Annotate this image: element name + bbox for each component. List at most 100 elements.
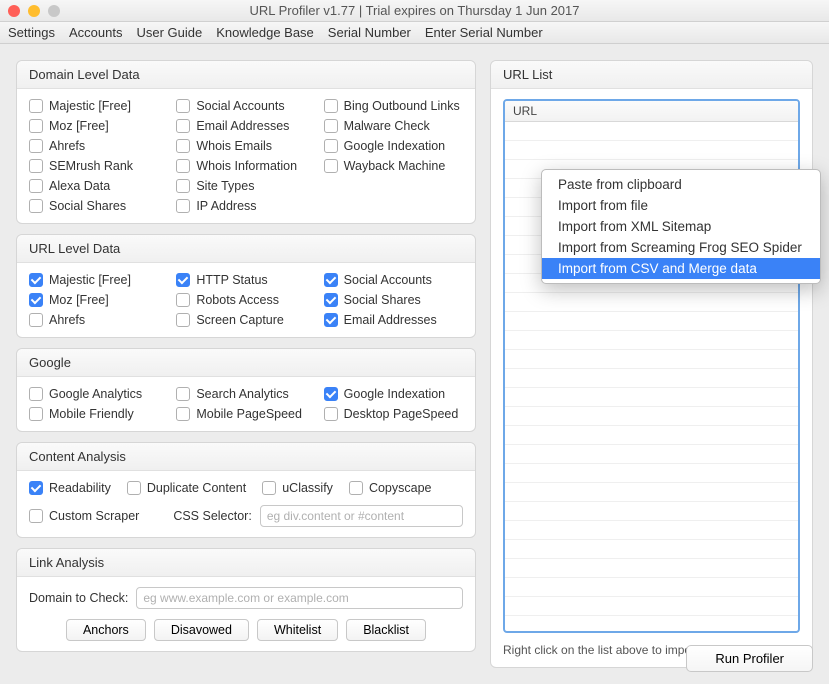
checkbox-google-indexation[interactable]: Google Indexation xyxy=(324,387,463,401)
table-row[interactable] xyxy=(505,521,798,540)
checkbox-google-analytics[interactable]: Google Analytics xyxy=(29,387,168,401)
checkbox-label: Wayback Machine xyxy=(344,159,446,173)
run-profiler-button[interactable]: Run Profiler xyxy=(686,645,813,672)
menu-accounts[interactable]: Accounts xyxy=(69,25,122,40)
panel-header: URL Level Data xyxy=(17,235,475,263)
checkbox-ahrefs[interactable]: Ahrefs xyxy=(29,313,168,327)
table-row[interactable] xyxy=(505,426,798,445)
checkbox-whois-emails[interactable]: Whois Emails xyxy=(176,139,315,153)
table-row[interactable] xyxy=(505,445,798,464)
table-row[interactable] xyxy=(505,369,798,388)
table-row[interactable] xyxy=(505,483,798,502)
panel-header: Content Analysis xyxy=(17,443,475,471)
minimize-icon[interactable] xyxy=(28,5,40,17)
table-row[interactable] xyxy=(505,293,798,312)
css-selector-input[interactable] xyxy=(260,505,463,527)
maximize-icon[interactable] xyxy=(48,5,60,17)
table-row[interactable] xyxy=(505,141,798,160)
checkbox-icon xyxy=(349,481,363,495)
close-icon[interactable] xyxy=(8,5,20,17)
menu-knowledge-base[interactable]: Knowledge Base xyxy=(216,25,314,40)
checkbox-whois-information[interactable]: Whois Information xyxy=(176,159,315,173)
table-row[interactable] xyxy=(505,388,798,407)
disavowed-button[interactable]: Disavowed xyxy=(154,619,249,641)
anchors-button[interactable]: Anchors xyxy=(66,619,146,641)
checkbox-ip-address[interactable]: IP Address xyxy=(176,199,315,213)
checkbox-label: Robots Access xyxy=(196,293,279,307)
whitelist-button[interactable]: Whitelist xyxy=(257,619,338,641)
checkbox-malware-check[interactable]: Malware Check xyxy=(324,119,463,133)
table-row[interactable] xyxy=(505,331,798,350)
checkbox-majestic-free-[interactable]: Majestic [Free] xyxy=(29,99,168,113)
context-item-import-from-csv-and-merge-data[interactable]: Import from CSV and Merge data xyxy=(542,258,820,279)
checkbox-social-shares[interactable]: Social Shares xyxy=(29,199,168,213)
table-row[interactable] xyxy=(505,597,798,616)
table-row[interactable] xyxy=(505,407,798,426)
checkbox-desktop-pagespeed[interactable]: Desktop PageSpeed xyxy=(324,407,463,421)
checkbox-mobile-friendly[interactable]: Mobile Friendly xyxy=(29,407,168,421)
checkbox-label: Readability xyxy=(49,481,111,495)
checkbox-search-analytics[interactable]: Search Analytics xyxy=(176,387,315,401)
panel-header: Domain Level Data xyxy=(17,61,475,89)
table-row[interactable] xyxy=(505,559,798,578)
table-row[interactable] xyxy=(505,540,798,559)
checkbox-icon xyxy=(324,119,338,133)
titlebar: URL Profiler v1.77 | Trial expires on Th… xyxy=(0,0,829,22)
checkbox-icon xyxy=(29,293,43,307)
checkbox-social-accounts[interactable]: Social Accounts xyxy=(176,99,315,113)
checkbox-label: Social Accounts xyxy=(344,273,432,287)
checkbox-copyscape[interactable]: Copyscape xyxy=(349,481,432,495)
checkbox-uclassify[interactable]: uClassify xyxy=(262,481,333,495)
checkbox-custom-scraper[interactable]: Custom Scraper xyxy=(29,509,139,523)
context-item-import-from-xml-sitemap[interactable]: Import from XML Sitemap xyxy=(542,216,820,237)
checkbox-screen-capture[interactable]: Screen Capture xyxy=(176,313,315,327)
checkbox-google-indexation[interactable]: Google Indexation xyxy=(324,139,463,153)
checkbox-moz-free-[interactable]: Moz [Free] xyxy=(29,293,168,307)
url-column-header[interactable]: URL xyxy=(505,101,798,122)
table-row[interactable] xyxy=(505,578,798,597)
table-row[interactable] xyxy=(505,312,798,331)
checkbox-icon xyxy=(29,159,43,173)
checkbox-label: Site Types xyxy=(196,179,254,193)
panel-url-list: URL List URL Paste from clipboardImport … xyxy=(490,60,813,668)
css-selector-label: CSS Selector: xyxy=(173,509,252,523)
menu-enter-serial-number[interactable]: Enter Serial Number xyxy=(425,25,543,40)
checkbox-readability[interactable]: Readability xyxy=(29,481,111,495)
checkbox-email-addresses[interactable]: Email Addresses xyxy=(176,119,315,133)
checkbox-icon xyxy=(29,99,43,113)
checkbox-icon xyxy=(176,139,190,153)
blacklist-button[interactable]: Blacklist xyxy=(346,619,426,641)
checkbox-email-addresses[interactable]: Email Addresses xyxy=(324,313,463,327)
checkbox-label: Whois Information xyxy=(196,159,297,173)
checkbox-moz-free-[interactable]: Moz [Free] xyxy=(29,119,168,133)
checkbox-social-shares[interactable]: Social Shares xyxy=(324,293,463,307)
checkbox-label: Social Shares xyxy=(49,199,126,213)
checkbox-majestic-free-[interactable]: Majestic [Free] xyxy=(29,273,168,287)
checkbox-icon xyxy=(29,199,43,213)
context-item-import-from-file[interactable]: Import from file xyxy=(542,195,820,216)
table-row[interactable] xyxy=(505,122,798,141)
checkbox-icon xyxy=(176,293,190,307)
context-item-paste-from-clipboard[interactable]: Paste from clipboard xyxy=(542,174,820,195)
table-row[interactable] xyxy=(505,464,798,483)
checkbox-duplicate-content[interactable]: Duplicate Content xyxy=(127,481,246,495)
checkbox-mobile-pagespeed[interactable]: Mobile PageSpeed xyxy=(176,407,315,421)
table-row[interactable] xyxy=(505,502,798,521)
checkbox-social-accounts[interactable]: Social Accounts xyxy=(324,273,463,287)
checkbox-http-status[interactable]: HTTP Status xyxy=(176,273,315,287)
checkbox-wayback-machine[interactable]: Wayback Machine xyxy=(324,159,463,173)
table-row[interactable] xyxy=(505,350,798,369)
menu-settings[interactable]: Settings xyxy=(8,25,55,40)
checkbox-site-types[interactable]: Site Types xyxy=(176,179,315,193)
checkbox-label: Social Accounts xyxy=(196,99,284,113)
checkbox-bing-outbound-links[interactable]: Bing Outbound Links xyxy=(324,99,463,113)
menu-serial-number[interactable]: Serial Number xyxy=(328,25,411,40)
context-item-import-from-screaming-frog-seo-spider[interactable]: Import from Screaming Frog SEO Spider xyxy=(542,237,820,258)
menu-user-guide[interactable]: User Guide xyxy=(136,25,202,40)
checkbox-ahrefs[interactable]: Ahrefs xyxy=(29,139,168,153)
domain-check-input[interactable] xyxy=(136,587,463,609)
checkbox-semrush-rank[interactable]: SEMrush Rank xyxy=(29,159,168,173)
checkbox-alexa-data[interactable]: Alexa Data xyxy=(29,179,168,193)
checkbox-label: Copyscape xyxy=(369,481,432,495)
checkbox-robots-access[interactable]: Robots Access xyxy=(176,293,315,307)
